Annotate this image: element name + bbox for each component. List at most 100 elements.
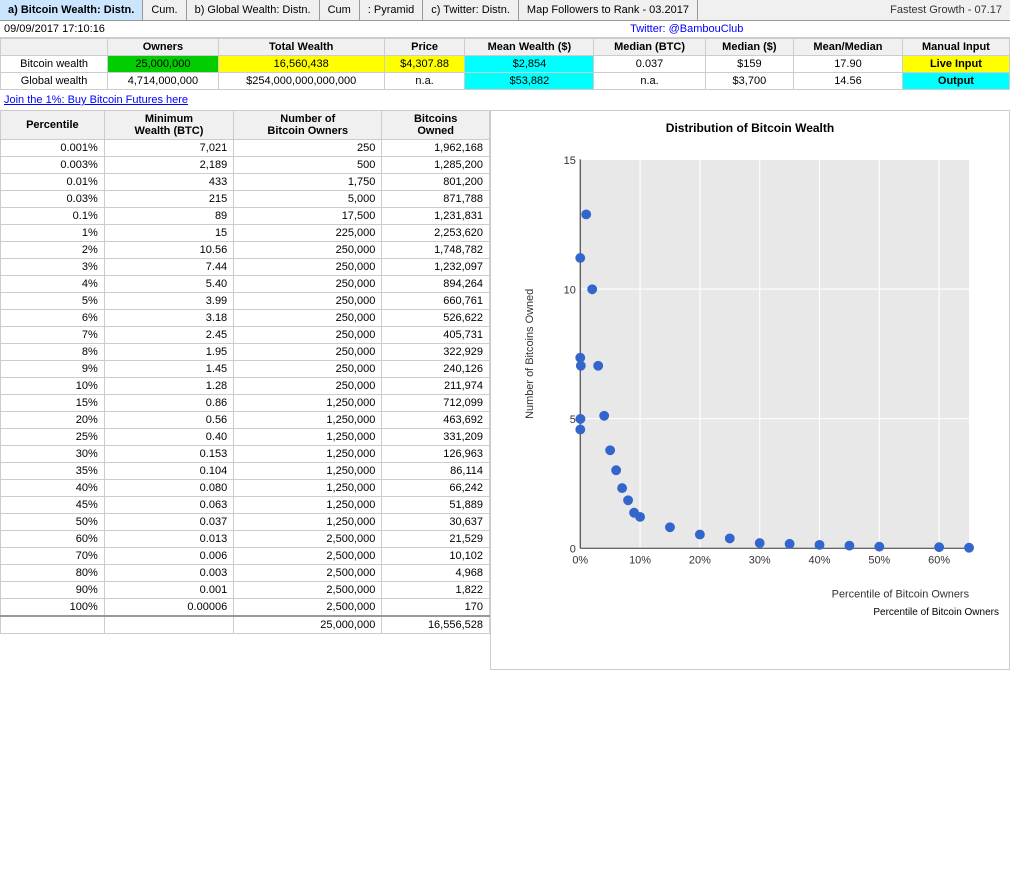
global-total-wealth: $254,000,000,000,000 xyxy=(218,73,384,90)
cell-percentile: 0.001% xyxy=(1,140,105,157)
cell-num-owners: 5,000 xyxy=(234,191,382,208)
tab-twitter-distn[interactable]: c) Twitter: Distn. xyxy=(423,0,519,20)
tab-global-wealth-distn[interactable]: b) Global Wealth: Distn. xyxy=(187,0,320,20)
cell-min-wealth: 1.95 xyxy=(104,344,233,361)
info-row: 09/09/2017 17:10:16 Twitter: @BambouClub xyxy=(0,21,1010,38)
cell-min-wealth: 0.40 xyxy=(104,429,233,446)
global-owners: 4,714,000,000 xyxy=(108,73,219,90)
cell-num-owners: 250,000 xyxy=(234,276,382,293)
cell-btc-owned: 660,761 xyxy=(382,293,490,310)
cell-btc-owned: 10,102 xyxy=(382,548,490,565)
cell-min-wealth: 0.063 xyxy=(104,497,233,514)
cell-min-wealth: 3.99 xyxy=(104,293,233,310)
cell-percentile: 3% xyxy=(1,259,105,276)
cell-percentile: 10% xyxy=(1,378,105,395)
x-axis-label: Percentile of Bitcoin Owners xyxy=(501,607,999,618)
cell-num-owners: 1,250,000 xyxy=(234,429,382,446)
cell-num-owners: 250,000 xyxy=(234,293,382,310)
table-row: 5% 3.99 250,000 660,761 xyxy=(1,293,490,310)
svg-text:0%: 0% xyxy=(572,555,588,567)
cell-btc-owned: 170 xyxy=(382,599,490,617)
cell-percentile: 30% xyxy=(1,446,105,463)
twitter-link[interactable]: Twitter: @BambouClub xyxy=(630,23,743,35)
bitcoin-mean-wealth: $2,854 xyxy=(465,56,594,73)
tab-map-followers[interactable]: Map Followers to Rank - 03.2017 xyxy=(519,0,698,20)
cell-min-wealth: 89 xyxy=(104,208,233,225)
cell-btc-owned: 51,889 xyxy=(382,497,490,514)
top-nav: a) Bitcoin Wealth: Distn. Cum. b) Global… xyxy=(0,0,1010,21)
cell-percentile: 9% xyxy=(1,361,105,378)
join-link[interactable]: Join the 1%: Buy Bitcoin Futures here xyxy=(0,90,1010,110)
global-input-label: Output xyxy=(902,73,1009,90)
cell-min-wealth: 0.037 xyxy=(104,514,233,531)
col-total-wealth-header: Total Wealth xyxy=(218,39,384,56)
cell-num-owners: 17,500 xyxy=(234,208,382,225)
th-btc-owned: BitcoinsOwned xyxy=(382,111,490,140)
table-row: 90% 0.001 2,500,000 1,822 xyxy=(1,582,490,599)
cell-percentile: 0.01% xyxy=(1,174,105,191)
table-row: 9% 1.45 250,000 240,126 xyxy=(1,361,490,378)
bitcoin-row: Bitcoin wealth 25,000,000 16,560,438 $4,… xyxy=(1,56,1010,73)
col-mean-median-header: Mean/Median xyxy=(794,39,903,56)
table-row: 3% 7.44 250,000 1,232,097 xyxy=(1,259,490,276)
chart-title: Distribution of Bitcoin Wealth xyxy=(501,121,999,135)
cell-num-owners: 1,250,000 xyxy=(234,395,382,412)
table-row: 10% 1.28 250,000 211,974 xyxy=(1,378,490,395)
table-row: 8% 1.95 250,000 322,929 xyxy=(1,344,490,361)
cell-min-wealth: 7,021 xyxy=(104,140,233,157)
col-median-btc-header: Median (BTC) xyxy=(594,39,705,56)
cell-num-owners: 2,500,000 xyxy=(234,531,382,548)
total-row: 25,000,000 16,556,528 xyxy=(1,616,490,634)
col-mean-wealth-header: Mean Wealth ($) xyxy=(465,39,594,56)
table-row: 0.001% 7,021 250 1,962,168 xyxy=(1,140,490,157)
cell-btc-owned: 1,748,782 xyxy=(382,242,490,259)
cell-num-owners: 2,500,000 xyxy=(234,582,382,599)
tab-label: Cum. xyxy=(151,4,177,16)
global-price: n.a. xyxy=(384,73,465,90)
total-label xyxy=(1,616,105,634)
svg-text:40%: 40% xyxy=(809,555,831,567)
cell-btc-owned: 66,242 xyxy=(382,480,490,497)
bitcoin-input-label: Live Input xyxy=(902,56,1009,73)
tab-cum1[interactable]: Cum. xyxy=(143,0,186,20)
fastest-growth-label: Fastest Growth - 07.17 xyxy=(882,0,1010,20)
cell-min-wealth: 0.56 xyxy=(104,412,233,429)
cell-min-wealth: 5.40 xyxy=(104,276,233,293)
tab-label: c) Twitter: Distn. xyxy=(431,4,510,16)
cell-min-wealth: 0.006 xyxy=(104,548,233,565)
cell-num-owners: 250,000 xyxy=(234,327,382,344)
cell-btc-owned: 2,253,620 xyxy=(382,225,490,242)
cell-percentile: 40% xyxy=(1,480,105,497)
tab-label: Map Followers to Rank - 03.2017 xyxy=(527,4,689,16)
bitcoin-total-wealth: 16,560,438 xyxy=(218,56,384,73)
chart-container: Distribution of Bitcoin Wealth 0510150%1… xyxy=(490,110,1010,670)
global-mean-wealth: $53,882 xyxy=(465,73,594,90)
table-row: 100% 0.00006 2,500,000 170 xyxy=(1,599,490,617)
cell-btc-owned: 211,974 xyxy=(382,378,490,395)
tab-cum2[interactable]: Cum xyxy=(320,0,360,20)
cell-btc-owned: 1,231,831 xyxy=(382,208,490,225)
cell-min-wealth: 0.86 xyxy=(104,395,233,412)
stats-table: Owners Total Wealth Price Mean Wealth ($… xyxy=(0,38,1010,90)
table-row: 1% 15 225,000 2,253,620 xyxy=(1,225,490,242)
cell-num-owners: 250,000 xyxy=(234,344,382,361)
cell-num-owners: 250 xyxy=(234,140,382,157)
cell-num-owners: 250,000 xyxy=(234,242,382,259)
cell-btc-owned: 526,622 xyxy=(382,310,490,327)
cell-btc-owned: 871,788 xyxy=(382,191,490,208)
cell-min-wealth: 433 xyxy=(104,174,233,191)
cell-min-wealth: 15 xyxy=(104,225,233,242)
cell-percentile: 70% xyxy=(1,548,105,565)
cell-btc-owned: 240,126 xyxy=(382,361,490,378)
tab-bitcoin-wealth-distn[interactable]: a) Bitcoin Wealth: Distn. xyxy=(0,0,143,20)
svg-text:50%: 50% xyxy=(868,555,890,567)
tab-pyramid[interactable]: : Pyramid xyxy=(360,0,423,20)
svg-text:10: 10 xyxy=(564,284,576,296)
cell-percentile: 20% xyxy=(1,412,105,429)
cell-btc-owned: 126,963 xyxy=(382,446,490,463)
table-row: 25% 0.40 1,250,000 331,209 xyxy=(1,429,490,446)
cell-percentile: 35% xyxy=(1,463,105,480)
cell-percentile: 0.1% xyxy=(1,208,105,225)
global-median-btc: n.a. xyxy=(594,73,705,90)
cell-percentile: 0.003% xyxy=(1,157,105,174)
